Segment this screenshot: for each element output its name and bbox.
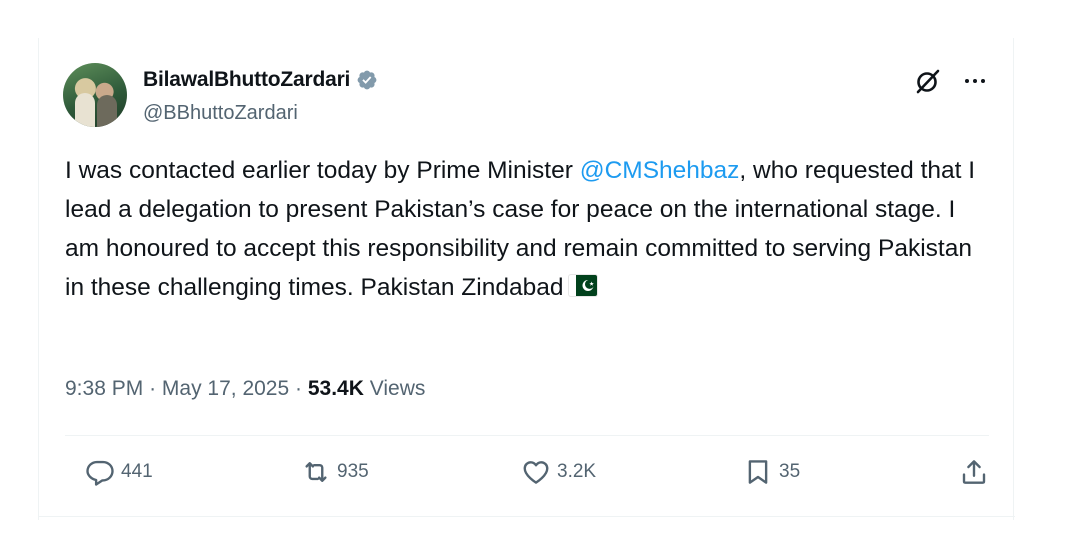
meta-separator: · [149, 377, 157, 400]
repost-icon [305, 462, 327, 482]
tweet-text-part: I was contacted earlier today by Prime M… [65, 157, 580, 184]
like-button[interactable]: 3.2K [521, 452, 596, 492]
pakistan-flag-emoji [569, 275, 598, 297]
action-bar: 441 935 3.2K 35 [65, 452, 995, 492]
tweet-text: I was contacted earlier today by Prime M… [65, 151, 985, 307]
meta-separator: · [295, 377, 303, 400]
tweet-time[interactable]: 9:38 PM [65, 377, 143, 400]
bookmark-button[interactable]: 35 [743, 452, 800, 492]
tweet-meta: 9:38 PM · May 17, 2025 · 53.4K Views [65, 377, 425, 401]
avatar[interactable] [63, 63, 127, 127]
verified-badge-icon [357, 70, 377, 90]
more-options-icon[interactable] [961, 67, 989, 95]
repost-count: 935 [337, 461, 369, 482]
reply-count: 441 [121, 461, 153, 482]
bookmark-icon [748, 460, 768, 484]
repost-button[interactable]: 935 [301, 452, 369, 492]
bookmark-count: 35 [779, 461, 801, 482]
divider [65, 435, 989, 436]
avatar-figure-left [75, 93, 95, 127]
tweet-card: BilawalBhuttoZardari @BBhuttoZardari I w… [38, 38, 1015, 520]
author-name-row: BilawalBhuttoZardari [143, 68, 378, 92]
grok-icon[interactable] [913, 66, 943, 96]
share-icon [962, 460, 986, 484]
reply-button[interactable]: 441 [85, 452, 153, 492]
mention-link[interactable]: @CMShehbaz [580, 157, 740, 184]
like-count: 3.2K [557, 461, 597, 482]
views-label: Views [369, 377, 426, 400]
card-bottom-border [39, 516, 1015, 517]
author-display-name[interactable]: BilawalBhuttoZardari [143, 68, 350, 92]
avatar-figure-right [97, 95, 117, 127]
author-handle[interactable]: @BBhuttoZardari [143, 102, 298, 125]
tweet-date[interactable]: May 17, 2025 [162, 377, 289, 400]
share-button[interactable] [959, 452, 989, 492]
views-count: 53.4K [307, 377, 364, 400]
heart-icon [523, 461, 549, 484]
reply-icon [86, 460, 114, 486]
